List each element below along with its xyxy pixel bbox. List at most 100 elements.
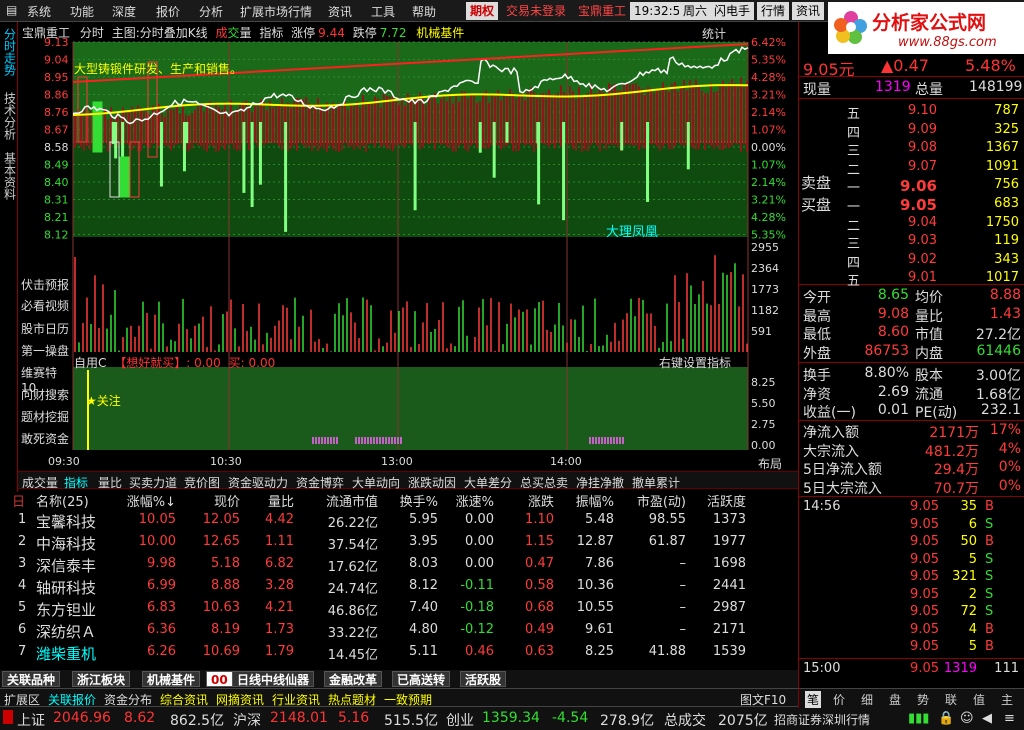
indicator-dare-funds[interactable]: 敢死资金: [21, 430, 69, 447]
menu-analysis[interactable]: 分析: [199, 3, 223, 20]
buy-level[interactable]: 一 9.05 683: [799, 195, 1024, 215]
pct-tick-label: 5.35%: [751, 54, 786, 67]
indicator-calendar[interactable]: 股市日历: [21, 320, 69, 337]
sector-tab-related[interactable]: 关联品种: [2, 671, 61, 687]
sector-tab-active[interactable]: 活跃股: [460, 671, 507, 687]
stat-value: 86753: [864, 342, 909, 359]
chart-volume-label[interactable]: 成交量: [215, 26, 251, 40]
trade-login-button[interactable]: 交易未登录: [502, 2, 570, 20]
table-row[interactable]: 4 轴研科技 6.99 8.88 3.28 24.74亿 8.12 -0.11 0.58 10.3…: [0, 576, 798, 597]
quote-tab-book[interactable]: 盘: [889, 691, 901, 708]
col-name[interactable]: 名称(25): [36, 491, 89, 510]
buy-level-price: 9.01: [908, 270, 937, 285]
table-row[interactable]: 1 宝馨科技 10.05 12.05 4.42 26.22亿 5.95 0.00 1.10 5.4…: [0, 510, 798, 531]
sub-title[interactable]: 自用C: [74, 356, 106, 370]
sell-level-index: 四: [847, 125, 861, 141]
tab-technical[interactable]: 技术分析: [1, 92, 17, 143]
cy-change: -4.54: [552, 710, 589, 726]
stats-button[interactable]: 统计: [702, 25, 726, 42]
flash-trade-button[interactable]: 闪电手: [710, 2, 755, 20]
sector-tab-00[interactable]: 00: [206, 671, 233, 687]
intraday-chart[interactable]: 9.13 9.04 8.95 8.86 8.76 8.67 8.58 8.49 8.40 8.31…: [18, 22, 798, 472]
quote-tab-trend[interactable]: 势: [917, 691, 929, 708]
table-row[interactable]: 7 潍柴重机 6.26 10.69 1.79 14.45亿 5.11 0.46 0.63 8.25…: [0, 642, 798, 663]
row-cell: 0.63: [525, 644, 554, 659]
hs-amount: 515.5亿: [384, 713, 439, 729]
quote-tab-linked[interactable]: 联: [945, 691, 957, 708]
col-turnover[interactable]: 换手%: [384, 491, 438, 510]
chart-canvas[interactable]: 9.139.048.958.868.768.678.588.498.408.31…: [18, 22, 798, 472]
menu-quote[interactable]: 报价: [156, 3, 180, 20]
row-cell: 26.22亿: [327, 516, 378, 531]
sell-level[interactable]: 三 9.08 1367: [799, 139, 1024, 159]
buy-level[interactable]: 二 9.04 1750: [799, 214, 1024, 234]
indicator-topics[interactable]: 题材挖掘: [21, 408, 69, 425]
speaker-icon[interactable]: ◀: [982, 711, 992, 726]
col-activity[interactable]: 活跃度: [692, 491, 746, 510]
menu-depth[interactable]: 深度: [112, 3, 136, 20]
indicator-videos[interactable]: 必看视频: [21, 297, 69, 314]
indicator-settings-hint[interactable]: 右键设置指标: [659, 354, 731, 371]
menu-news[interactable]: 资讯: [328, 3, 352, 20]
indicator-wencai[interactable]: 问财搜索: [21, 386, 69, 403]
chart-main-label[interactable]: 主图:分时叠加K线: [112, 26, 208, 40]
menu-function[interactable]: 功能: [70, 3, 94, 20]
col-pe[interactable]: 市盈(动): [620, 491, 686, 510]
sell-level[interactable]: 四 9.09 325: [799, 121, 1024, 141]
col-float-cap[interactable]: 流通市值: [300, 491, 378, 510]
indicator-ambush[interactable]: 伏击预报: [21, 276, 69, 293]
chart-mode[interactable]: 分时: [80, 26, 104, 40]
chart-header: 宝鼎重工 分时 主图:分时叠加K线 成交量 指标 涨停 9.44 跌停 7.72 机…: [22, 24, 464, 41]
flow-pct: 0%: [998, 477, 1021, 494]
table-row[interactable]: 5 东方钽业 6.83 10.63 4.21 46.86亿 7.40 -0.18 0.68 10.…: [0, 598, 798, 619]
quote-tab-detail[interactable]: 细: [861, 691, 873, 708]
chart-indicator-label[interactable]: 指标: [259, 26, 283, 40]
quote-tab-main[interactable]: 主: [1001, 691, 1013, 708]
tab-fundamentals[interactable]: 基本资料: [1, 152, 17, 203]
col-change[interactable]: 涨跌: [500, 491, 554, 510]
menu-extended-market[interactable]: 扩展市场行情: [240, 3, 312, 20]
market-button[interactable]: 行情: [757, 2, 790, 20]
sell-level[interactable]: 五 9.10 787: [799, 102, 1024, 122]
stat-label: 量比: [915, 308, 943, 325]
col-price[interactable]: 现价: [180, 491, 240, 510]
tick-side: S: [985, 569, 994, 584]
col-pct[interactable]: 涨幅%↓: [110, 491, 176, 510]
sell-level[interactable]: 二 9.07 1091: [799, 158, 1024, 178]
sector-tab-daily-mid[interactable]: 日线中线仙器: [232, 671, 315, 687]
sector-tab-machinery[interactable]: 机械基件: [142, 671, 201, 687]
layout-button[interactable]: 布局: [758, 455, 782, 472]
col-speed[interactable]: 涨速%: [444, 491, 494, 510]
time-tick-label: 09:30: [48, 455, 80, 468]
indicator-first-trade[interactable]: 第一操盘: [21, 342, 69, 359]
quote-tab-value[interactable]: 值: [973, 691, 985, 708]
buy-level[interactable]: 三 9.03 119: [799, 232, 1024, 252]
menu-tools[interactable]: 工具: [371, 3, 395, 20]
sell-level[interactable]: 一 9.06 756: [799, 176, 1024, 196]
menu-help[interactable]: 帮助: [412, 3, 436, 20]
quote-tab-price[interactable]: 价: [833, 691, 845, 708]
col-amplitude[interactable]: 振幅%: [560, 491, 614, 510]
sector-tab-finance-reform[interactable]: 金融改革: [324, 671, 383, 687]
menu-system[interactable]: 系统: [27, 3, 51, 20]
sector-tab-zhejiang[interactable]: 浙江板块: [72, 671, 131, 687]
col-vol-ratio[interactable]: 量比: [244, 491, 294, 510]
buy-level[interactable]: 四 9.02 343: [799, 251, 1024, 271]
buy-level[interactable]: 五 9.01 1017: [799, 269, 1024, 289]
table-row[interactable]: 6 深纺织Ａ 6.36 8.19 1.73 33.22亿 4.80 -0.12 0.49 9.61…: [0, 620, 798, 641]
menu-icon[interactable]: ≡: [1004, 711, 1015, 726]
tab-intraday[interactable]: 分时走势: [1, 28, 17, 79]
news-button[interactable]: 资讯: [792, 2, 825, 20]
lock-icon[interactable]: 🔒: [938, 711, 954, 726]
table-row[interactable]: 2 中海科技 10.00 12.65 1.11 37.54亿 3.95 0.00 1.15 12.…: [0, 532, 798, 553]
quote-tab-ticks[interactable]: 笔: [805, 691, 822, 708]
app-menu-icon[interactable]: ▤: [6, 3, 17, 17]
people-icon[interactable]: ☺: [960, 711, 974, 726]
table-row[interactable]: 3 深信泰丰 9.98 5.18 6.82 17.62亿 8.03 0.00 0.47 7.86 –…: [0, 554, 798, 575]
row-index: 5: [18, 600, 27, 615]
sector-label[interactable]: 机械基件: [416, 26, 464, 40]
sector-tab-high-transfer[interactable]: 已高送转: [392, 671, 451, 687]
row-name: 深纺织Ａ: [36, 623, 97, 641]
options-button[interactable]: 期权: [466, 2, 499, 20]
signal-spike: [536, 122, 540, 144]
